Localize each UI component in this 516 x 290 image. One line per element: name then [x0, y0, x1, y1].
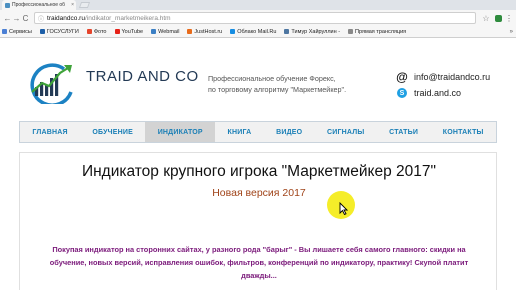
skype-row: S traid.and.co	[396, 85, 490, 101]
reload-button[interactable]: C	[21, 14, 30, 23]
main-nav: ГЛАВНАЯ ОБУЧЕНИЕ ИНДИКАТОР КНИГА ВИДЕО СИГНАЛ…	[19, 121, 497, 143]
bookmark-icon	[284, 29, 290, 34]
nav-item-2[interactable]: ОБУЧЕНИЕ	[80, 122, 145, 142]
address-bar[interactable]: ⓘ traidandco.ru /indikator_marketmeikera…	[34, 12, 476, 24]
back-button[interactable]: ←	[3, 14, 12, 23]
forward-button[interactable]: →	[12, 14, 21, 23]
bookmark-label: ГОСУСЛУГИ	[46, 28, 79, 35]
bookmark-label: YouTube	[121, 28, 144, 35]
tab-strip: Профессиональное об ×	[0, 0, 516, 10]
tagline: Профессиональное обучение Форекс, по тор…	[208, 73, 346, 95]
nav-item-4[interactable]: КНИГА	[215, 122, 264, 142]
bookmark-label: Сервисы	[9, 28, 32, 35]
page-info-icon[interactable]: ⓘ	[38, 14, 44, 23]
promo-text: Покупая индикатор на сторонних сайтах, у…	[49, 245, 469, 280]
mouse-pointer-icon	[339, 202, 348, 215]
nav-item-8[interactable]: КОНТАКТЫ	[430, 122, 496, 142]
url-path: /indikator_marketmeikera.htm	[84, 14, 171, 22]
url-host: traidandco.ru	[47, 14, 85, 22]
bookmark-icon	[39, 29, 45, 34]
page-title: Индикатор крупного игрока "Маркетмейкер …	[81, 163, 437, 180]
nav-item-5[interactable]: ВИДЕО	[264, 122, 315, 142]
bookmark-icon	[230, 29, 236, 34]
bookmark-item[interactable]: Облако Mail.Ru	[230, 29, 276, 35]
bookmark-icon	[151, 29, 157, 34]
contact-block: @ info@traidandco.ru S traid.and.co	[396, 69, 490, 101]
nav-item-7[interactable]: СТАТЬИ	[377, 122, 431, 142]
tagline-line-1: Профессиональное обучение Форекс,	[208, 74, 336, 83]
browser-toolbar: ← → C ⓘ traidandco.ru /indikator_marketm…	[0, 10, 516, 26]
bookmarks-overflow-button[interactable]: »	[507, 28, 513, 35]
bookmark-icon	[114, 29, 120, 34]
tagline-line-2: по торговому алгоритму "Маркетмейкер".	[208, 85, 347, 94]
bookmark-label: Webmail	[158, 28, 180, 35]
page-subtitle: Новая версия 2017	[212, 187, 306, 199]
bookmark-item[interactable]: Webmail	[151, 29, 179, 35]
nav-item-3[interactable]: ИНДИКАТОР	[145, 122, 216, 142]
bookmark-label: JustHost.ru	[194, 28, 223, 35]
tab-title: Профессиональное об	[12, 2, 66, 8]
browser-menu-icon[interactable]: ⋮	[505, 14, 513, 23]
bookmark-icon	[2, 29, 7, 34]
bookmark-icon	[86, 29, 92, 34]
bookmark-star-icon[interactable]: ☆	[480, 14, 492, 23]
favicon-icon	[5, 2, 10, 8]
bookmark-label: Облако Mail.Ru	[237, 28, 277, 35]
bookmark-label: Прямая трансляция	[355, 28, 407, 35]
bookmark-label: Тимур Хайруллин -	[291, 28, 341, 35]
email-row: @ info@traidandco.ru	[396, 69, 490, 85]
new-tab-button[interactable]	[78, 2, 91, 8]
main-content: Индикатор крупного игрока "Маркетмейкер …	[19, 152, 497, 290]
bookmarks-bar: Сервисы ГОСУСЛУГИ Фото YouTube Webmail JustHo…	[0, 26, 516, 38]
extension-icon[interactable]	[495, 14, 502, 22]
close-tab-icon[interactable]: ×	[71, 2, 74, 8]
bookmark-item[interactable]: Прямая трансляция	[348, 29, 406, 35]
bookmark-item[interactable]: Тимур Хайруллин -	[284, 29, 340, 35]
bookmark-label: Фото	[93, 28, 107, 35]
browser-tab[interactable]: Профессиональное об ×	[2, 0, 76, 10]
bookmark-item[interactable]: ГОСУСЛУГИ	[39, 28, 79, 35]
bookmark-icon	[348, 29, 354, 34]
bookmark-item[interactable]: YouTube	[114, 28, 144, 35]
bookmark-icon	[187, 29, 193, 34]
skype-link[interactable]: traid.and.co	[414, 88, 461, 98]
traid-logo-icon[interactable]	[22, 60, 82, 104]
nav-item-1[interactable]: ГЛАВНАЯ	[20, 122, 80, 142]
email-link[interactable]: info@traidandco.ru	[414, 72, 490, 82]
skype-icon: S	[396, 87, 408, 99]
brand-name[interactable]: TRAID AND CO	[86, 68, 199, 85]
bookmark-item[interactable]: Фото	[86, 28, 107, 35]
bookmark-item[interactable]: Сервисы	[2, 29, 32, 35]
at-icon: @	[396, 70, 408, 84]
bookmark-item[interactable]: JustHost.ru	[187, 29, 222, 35]
nav-item-6[interactable]: СИГНАЛЫ	[315, 122, 377, 142]
